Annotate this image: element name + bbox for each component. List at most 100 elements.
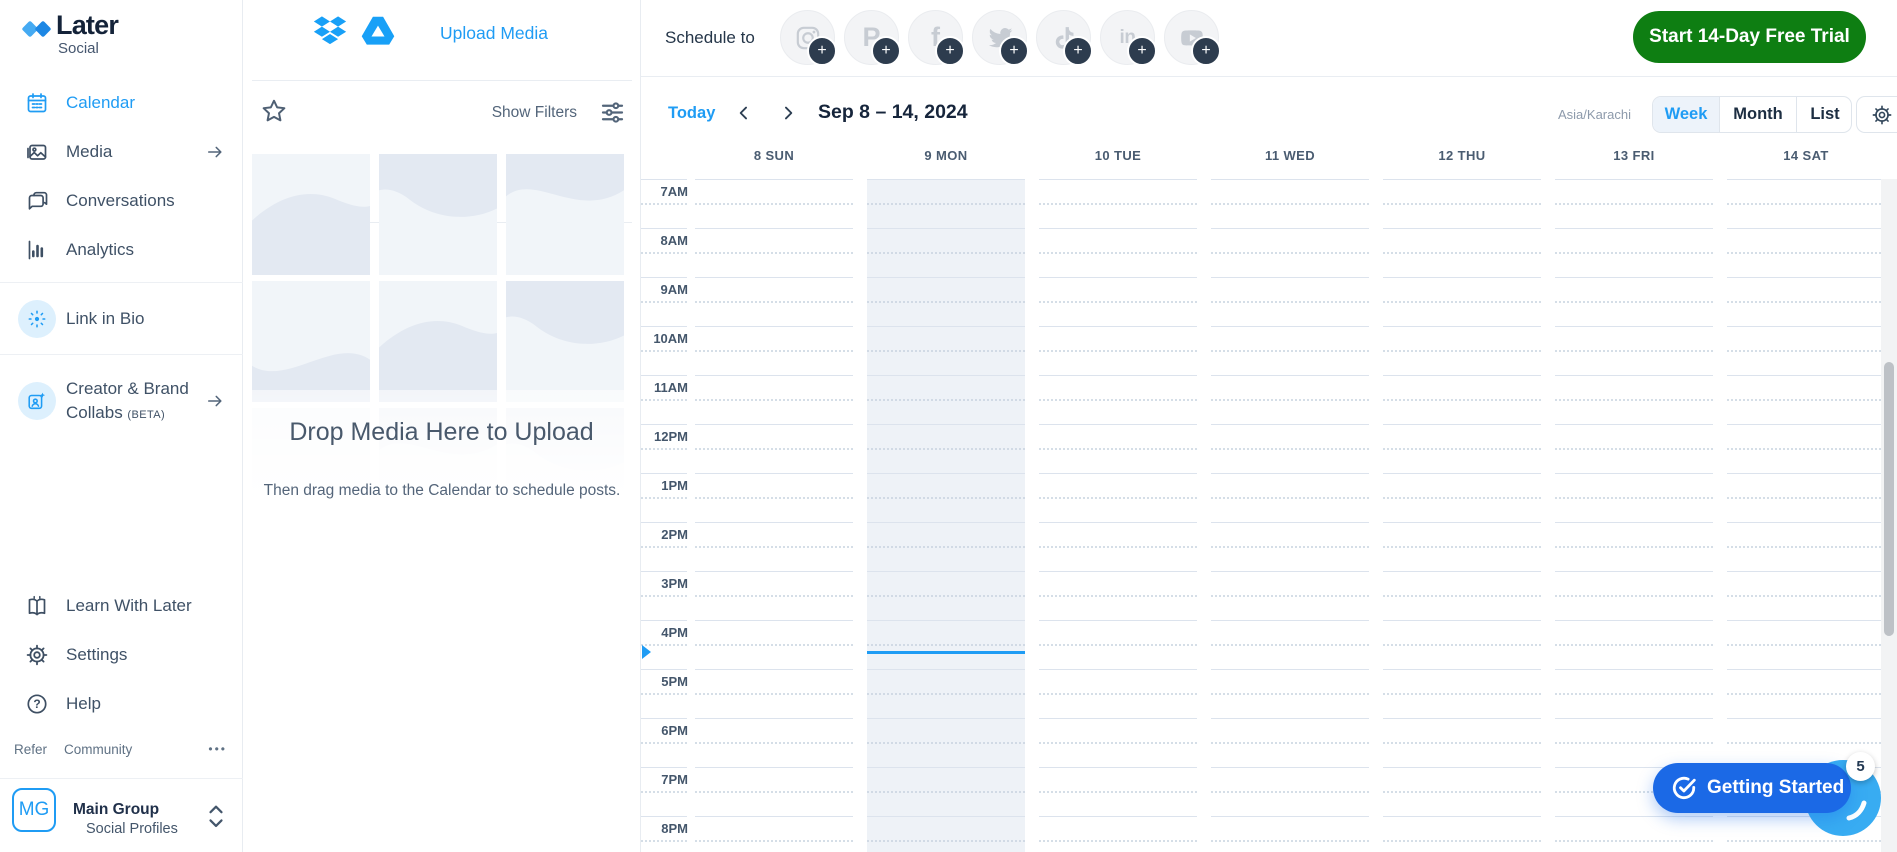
grid-line (641, 301, 687, 303)
upload-media-button[interactable]: Upload Media (440, 23, 548, 44)
sidebar-item-label: Calendar (66, 91, 135, 115)
grid-line (867, 301, 1025, 303)
sidebar-item-conversations[interactable]: Conversations (0, 176, 243, 225)
grid-line (867, 228, 1025, 229)
schedule-to-label: Schedule to (665, 28, 755, 48)
grid-line (1383, 522, 1541, 523)
sidebar-item-link-in-bio[interactable]: Link in Bio (0, 291, 243, 346)
grid-line (867, 326, 1025, 327)
sidebar-item-creator-brand-collabs[interactable]: Creator & BrandCollabs (BETA) (0, 363, 243, 438)
hour-label: 2PM (641, 527, 688, 542)
grid-line (695, 644, 853, 646)
chevron-right-icon[interactable] (778, 103, 798, 123)
getting-started-button[interactable]: Getting Started (1653, 763, 1851, 813)
sidebar-item-label: Analytics (66, 238, 134, 262)
media-placeholder-tile (506, 154, 624, 275)
show-filters-button[interactable]: Show Filters (492, 99, 626, 126)
add-profile-badge[interactable]: + (935, 36, 965, 66)
sidebar-item-analytics[interactable]: Analytics (0, 225, 243, 274)
grid-line (1211, 350, 1369, 352)
view-toggle-week[interactable]: Week (1653, 97, 1719, 132)
grid-line (1555, 448, 1713, 450)
grid-line (1383, 179, 1541, 180)
grid-line (695, 620, 853, 621)
grid-line (867, 424, 1025, 425)
chevron-left-icon[interactable] (734, 103, 754, 123)
grid-line (1383, 228, 1541, 229)
add-profile-badge[interactable]: + (1191, 36, 1221, 66)
sidebar-item-learn[interactable]: Learn With Later (0, 581, 243, 630)
star-icon[interactable] (260, 97, 288, 125)
view-toggle-month[interactable]: Month (1719, 97, 1796, 132)
sidebar-item-media[interactable]: Media (0, 127, 243, 176)
grid-line (1383, 718, 1541, 719)
sidebar-item-settings[interactable]: Settings (0, 630, 243, 679)
schedule-network-youtube[interactable]: + (1164, 10, 1219, 65)
grid-line (1555, 228, 1713, 229)
dropbox-icon[interactable] (313, 15, 347, 47)
highlighted-day-column (867, 179, 1025, 852)
grid-line (867, 546, 1025, 548)
sidebar-item-calendar[interactable]: Calendar (0, 78, 243, 127)
grid-line (1555, 179, 1713, 180)
grid-line (641, 644, 687, 646)
profile-switcher[interactable]: MG Main Group Social Profiles (0, 779, 243, 852)
filters-sliders-icon (599, 99, 626, 126)
scrollbar-thumb[interactable] (1884, 362, 1894, 636)
grid-line (1727, 350, 1885, 352)
grid-line (1039, 620, 1197, 621)
community-link[interactable]: Community (64, 742, 132, 757)
grid-line (1211, 203, 1369, 205)
grid-line (1211, 277, 1369, 278)
avatar: MG (12, 788, 56, 832)
grid-line (641, 595, 687, 597)
grid-line (695, 840, 853, 842)
sidebar-item-label: Conversations (66, 189, 175, 213)
grid-line (641, 669, 687, 670)
grid-line (641, 522, 687, 523)
schedule-network-linkedin[interactable]: in+ (1100, 10, 1155, 65)
add-profile-badge[interactable]: + (999, 36, 1029, 66)
grid-line (1727, 448, 1885, 450)
more-options-icon[interactable]: ••• (208, 742, 227, 756)
grid-line (1383, 546, 1541, 548)
grid-line (1383, 791, 1541, 793)
schedule-network-tiktok[interactable]: + (1036, 10, 1091, 65)
view-toggle-list[interactable]: List (1796, 97, 1852, 132)
start-trial-button[interactable]: Start 14-Day Free Trial (1633, 11, 1866, 63)
grid-line (1727, 301, 1885, 303)
add-profile-badge[interactable]: + (871, 36, 901, 66)
refer-link[interactable]: Refer (14, 742, 47, 757)
grid-line (695, 473, 853, 474)
add-profile-badge[interactable]: + (1127, 36, 1157, 66)
grid-line (1211, 522, 1369, 523)
schedule-network-facebook[interactable]: f+ (908, 10, 963, 65)
grid-line (1383, 620, 1541, 621)
grid-line (1555, 252, 1713, 254)
grid-line (1383, 840, 1541, 842)
media-placeholder-tile (252, 281, 370, 402)
grid-line (1383, 644, 1541, 646)
schedule-network-instagram[interactable]: + (780, 10, 835, 65)
grid-line (1211, 571, 1369, 572)
grid-line (1039, 718, 1197, 719)
grid-line (1039, 522, 1197, 523)
today-button[interactable]: Today (668, 104, 715, 123)
add-profile-badge[interactable]: + (807, 36, 837, 66)
grid-line (1727, 571, 1885, 572)
calendar-settings-gear-icon[interactable] (1856, 96, 1897, 133)
media-panel-header: Upload Media (243, 0, 640, 81)
grid-line (867, 473, 1025, 474)
google-drive-icon[interactable] (361, 15, 395, 47)
schedule-network-pinterest[interactable]: P+ (844, 10, 899, 65)
grid-line (1383, 350, 1541, 352)
grid-line (1211, 228, 1369, 229)
grid-line (1727, 522, 1885, 523)
grid-line (1555, 301, 1713, 303)
schedule-network-twitter[interactable]: + (972, 10, 1027, 65)
grid-line (1727, 620, 1885, 621)
sidebar-item-help[interactable]: ?Help (0, 679, 243, 728)
grid-line (1555, 546, 1713, 548)
add-profile-badge[interactable]: + (1063, 36, 1093, 66)
grid-line (1727, 424, 1885, 425)
